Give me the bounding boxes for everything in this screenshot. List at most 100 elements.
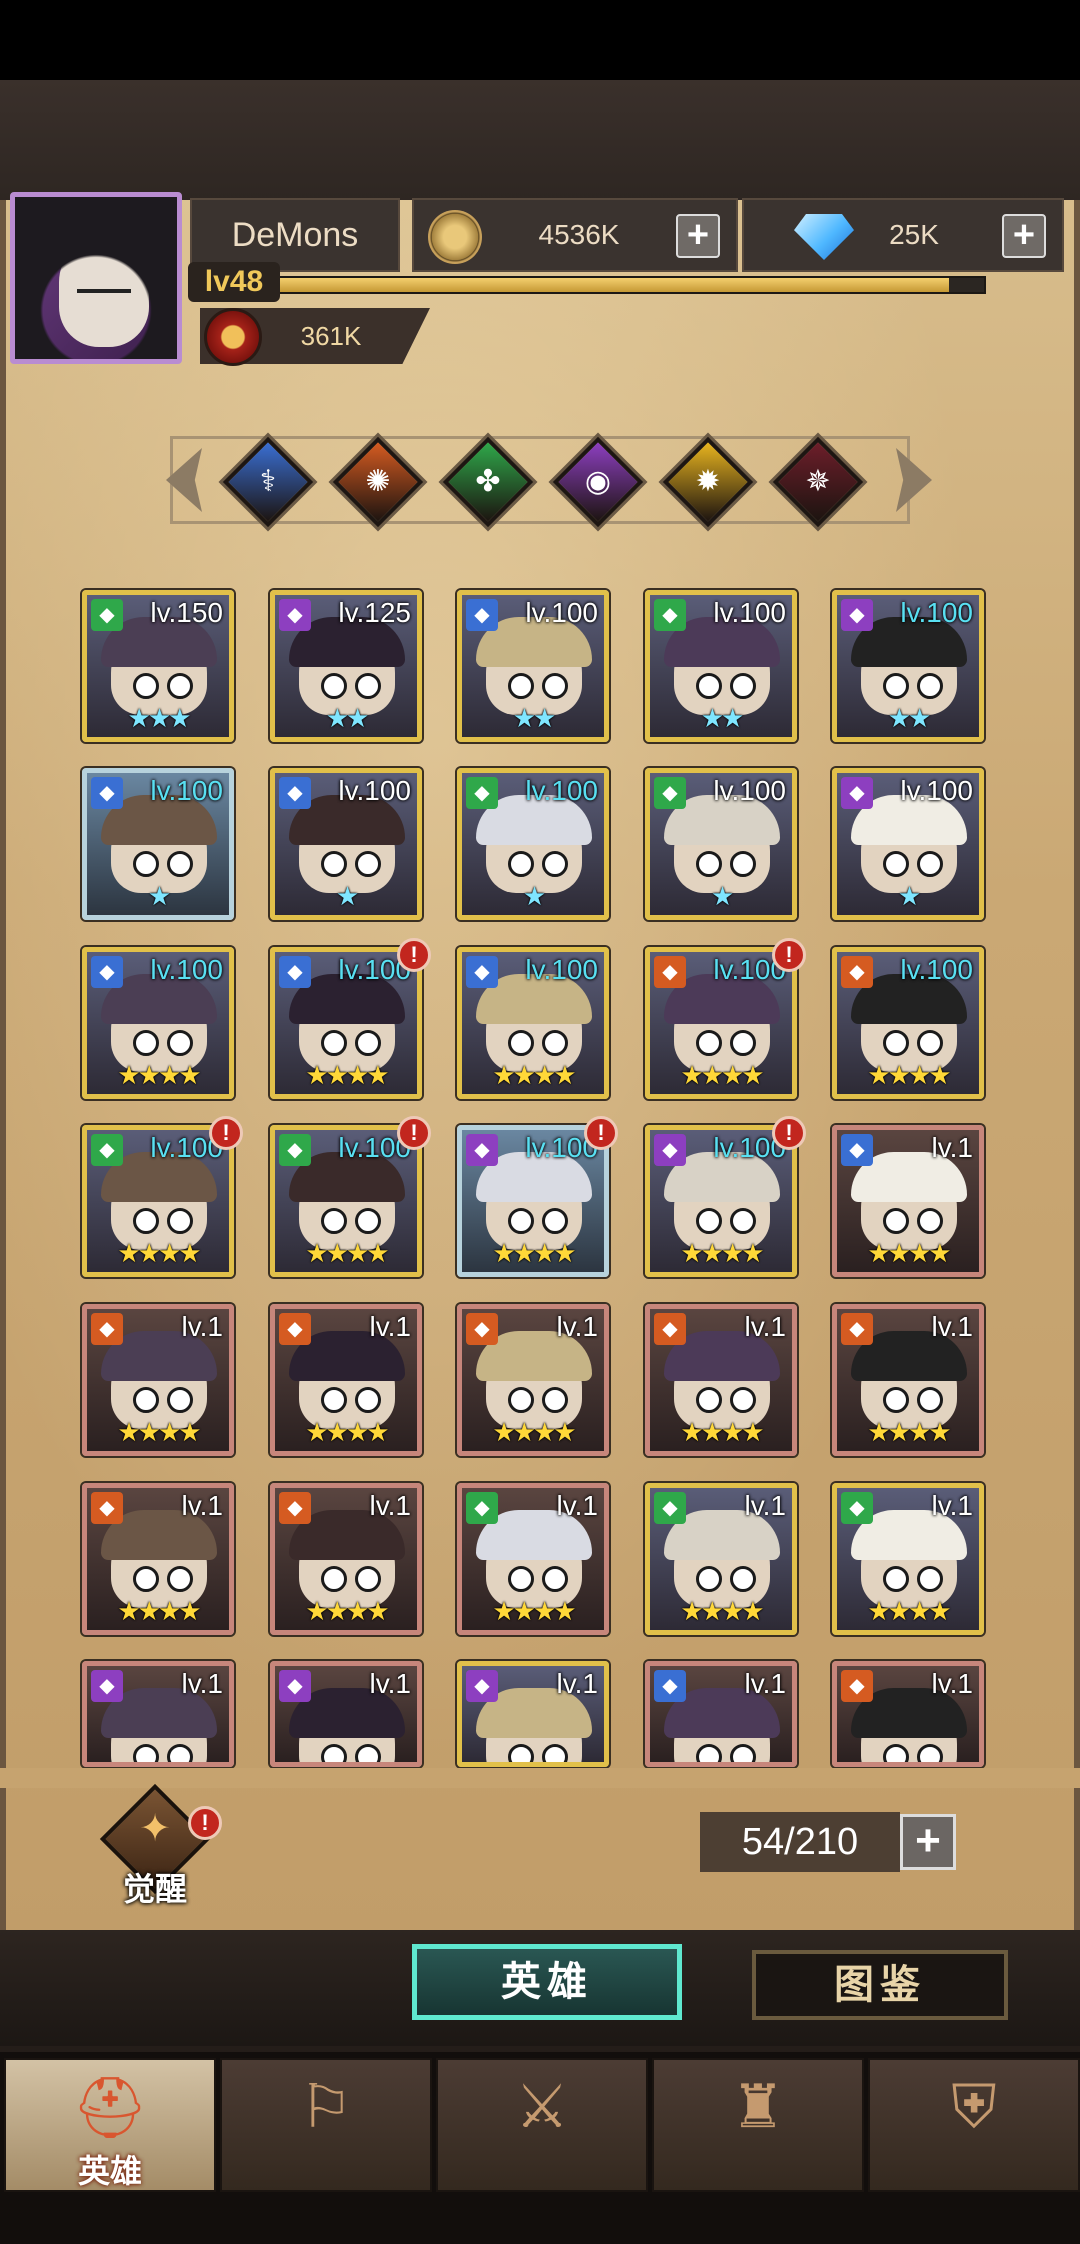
hero-card[interactable]: ◆ lv.1 ★★★★ [82,1483,234,1635]
hero-stars: ★★★ [127,703,192,733]
hero-eye [508,673,534,699]
hero-card[interactable]: ◆ lv.1 ★★★★ [832,1304,984,1456]
hero-card[interactable]: ◆ lv.100 ★★ [457,590,609,742]
hero-card[interactable]: ◆ lv.100 ★★ [832,590,984,742]
hero-eye [133,1744,159,1762]
hero-stars: ★★★★ [867,1417,951,1447]
hero-eye [321,1744,347,1762]
hero-alert-badge: ! [772,938,806,972]
hero-card[interactable]: ◆ lv.100 ★★★★! [457,1116,618,1277]
xp-bar-fill [274,278,949,292]
hero-card[interactable]: ◆ lv.1 ★★★★ [457,1483,609,1635]
battle-icon: ⚔ [515,2073,569,2140]
hero-card[interactable]: ◆ lv.100 ★★★★ [457,947,609,1099]
hero-card[interactable]: ◆ lv.1 [457,1661,609,1767]
hero-level: lv.1 [556,1668,599,1699]
hero-card[interactable]: ◆ lv.1 [832,1661,984,1767]
hero-alert-badge: ! [584,1116,618,1150]
avatar-hood [15,197,177,359]
hero-eye [355,673,381,699]
hero-card[interactable]: ◆ lv.150 ★★★ [82,590,234,742]
hero-stars: ★★ [325,703,370,733]
add-gold-button[interactable]: + [676,214,720,258]
nav-guild-button[interactable]: ⛨ [868,2058,1080,2192]
hero-level: lv.100 [525,775,598,806]
guild-icon: ⛨ [951,2073,997,2140]
hero-faction-icon: ◆ [841,1670,873,1702]
hero-faction-icon: ◆ [279,1134,311,1166]
filter-nature-faction-icon[interactable]: ✤ [442,436,534,528]
player-avatar[interactable] [10,192,182,364]
hero-card[interactable]: ◆ lv.1 ★★★★ [645,1304,797,1456]
hero-level: lv.1 [181,1311,224,1342]
hero-eye [883,673,909,699]
hero-card[interactable]: ◆ lv.100 ★★★★! [270,938,431,1099]
filter-shadow-faction-icon[interactable]: ✵ [772,436,864,528]
hero-stars: ★★★★ [305,1060,389,1090]
hero-level: lv.100 [900,597,973,628]
hero-card[interactable]: ◆ lv.1 [645,1661,797,1767]
hero-eye [542,1387,568,1413]
filter-fire-faction-icon[interactable]: ✺ [332,436,424,528]
gold-counter: 4536K + [412,198,738,272]
add-gems-button[interactable]: + [1002,214,1046,258]
expand-capacity-button[interactable]: + [900,1814,956,1870]
hero-card[interactable]: ◆ lv.100 ★★ [645,590,797,742]
hero-eye [917,1208,943,1234]
gold-amount: 4536K [538,219,620,250]
hero-card[interactable]: ◆ lv.100 ★★★★ [82,947,234,1099]
hero-card[interactable]: ◆ lv.100 ★ [645,768,797,920]
hero-level: lv.1 [931,1668,974,1699]
hero-level: lv.1 [931,1132,974,1163]
tab-codex[interactable]: 图鉴 [752,1950,1008,2020]
hero-eye [167,1208,193,1234]
hero-card[interactable]: ◆ lv.1 ★★★★ [270,1304,422,1456]
hero-card[interactable]: ◆ lv.1 ★★★★ [270,1483,422,1635]
hero-faction-icon: ◆ [91,1134,123,1166]
hero-faction-icon: ◆ [654,1670,686,1702]
hero-stars: ★★★★ [680,1596,764,1626]
hero-card[interactable]: ◆ lv.100 ★★★★! [82,1116,243,1277]
hero-faction-icon: ◆ [91,1313,123,1345]
hero-card[interactable]: ◆ lv.100 ★★★★! [270,1116,431,1277]
hero-card[interactable]: ◆ lv.125 ★★ [270,590,422,742]
hero-card[interactable]: ◆ lv.100 ★ [457,768,609,920]
hero-card[interactable]: ◆ lv.100 ★ [832,768,984,920]
hero-card[interactable]: ◆ lv.1 [270,1661,422,1767]
hero-level: lv.1 [744,1490,787,1521]
hero-eye [542,673,568,699]
nav-battle-button[interactable]: ⚔ [436,2058,648,2192]
hero-faction-icon: ◆ [654,1313,686,1345]
hero-card[interactable]: ◆ lv.1 ★★★★ [457,1304,609,1456]
hero-card[interactable]: ◆ lv.1 ★★★★ [832,1483,984,1635]
hero-card[interactable]: ◆ lv.1 ★★★★ [645,1483,797,1635]
hero-faction-icon: ◆ [91,777,123,809]
filter-arcane-faction-icon[interactable]: ◉ [552,436,644,528]
hero-card[interactable]: ◆ lv.1 [82,1661,234,1767]
hero-faction-icon: ◆ [654,599,686,631]
hero-card[interactable]: ◆ lv.1 ★★★★ [82,1304,234,1456]
hero-card[interactable]: ◆ lv.100 ★ [270,768,422,920]
filter-light-faction-icon[interactable]: ⚕ [222,436,314,528]
hero-stars: ★★★★ [117,1417,201,1447]
hero-card[interactable]: ◆ lv.100 ★★★★! [645,938,806,1099]
hero-eye [133,1208,159,1234]
nav-helmet-button[interactable]: ⛑ 英雄 [4,2058,216,2192]
filter-holy-faction-icon[interactable]: ✹ [662,436,754,528]
tab-heroes[interactable]: 英雄 [412,1944,682,2020]
hero-level: lv.1 [369,1668,412,1699]
hero-card[interactable]: ◆ lv.100 ★★★★! [645,1116,806,1277]
hero-level: lv.100 [525,954,598,985]
hero-eye [883,1566,909,1592]
hero-level: lv.1 [181,1668,224,1699]
hero-level: lv.150 [150,597,223,628]
hero-card[interactable]: ◆ lv.100 ★★★★ [832,947,984,1099]
hero-stars: ★★★★ [867,1238,951,1268]
hero-level: lv.1 [556,1490,599,1521]
nav-castle-button[interactable]: ♜ [652,2058,864,2192]
nav-map-button[interactable]: ⚐ [220,2058,432,2192]
hero-card[interactable]: ◆ lv.1 ★★★★ [832,1125,984,1277]
hero-faction-icon: ◆ [466,956,498,988]
hero-card[interactable]: ◆ lv.100 ★ [82,768,234,920]
hero-stars: ★★★★ [867,1596,951,1626]
